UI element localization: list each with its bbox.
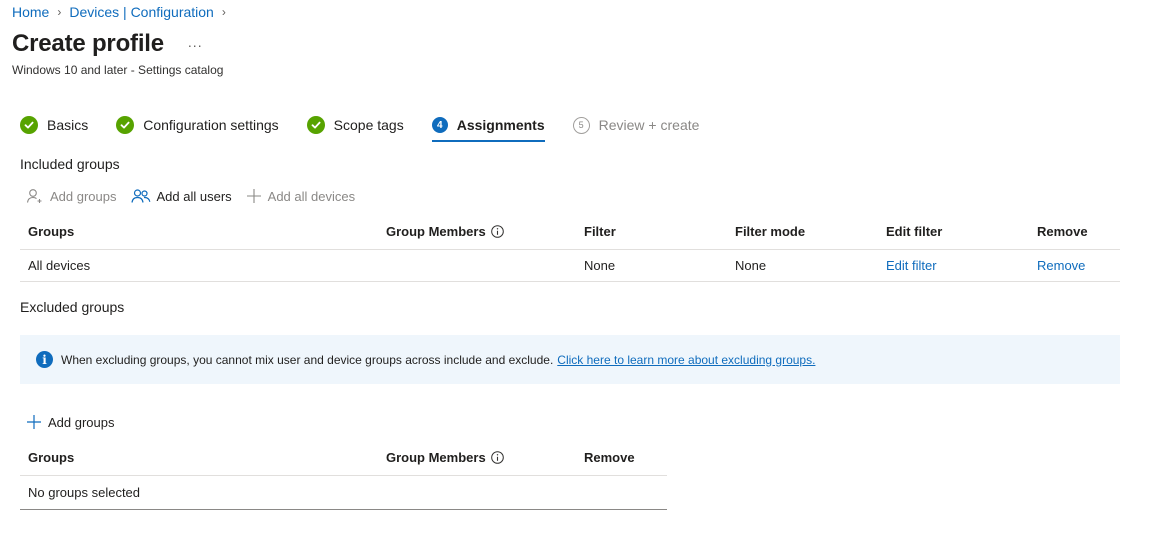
step-assignments[interactable]: 4 Assignments [431,112,545,142]
step-scope-tags[interactable]: Scope tags [306,112,404,138]
excluded-groups-title: Excluded groups [20,299,125,315]
group-name: All devices [28,258,91,273]
empty-state-text: No groups selected [28,485,141,500]
column-header-filter: Filter [584,224,616,239]
title-row: Create profile ... [12,30,203,58]
add-groups-label: Add groups [50,188,117,204]
column-header-label: Group Members [386,450,486,465]
info-banner: i When excluding groups, you cannot mix … [20,335,1120,384]
column-header-edit-filter: Edit filter [886,224,943,239]
excluded-command-bar: Add groups [26,414,129,430]
breadcrumb-home[interactable]: Home [12,4,49,20]
included-groups-table: Groups Group Members Filter Filter mode … [20,214,1120,282]
step-review-create[interactable]: 5 Review + create [572,112,700,138]
add-groups-label: Add groups [48,414,115,430]
info-icon[interactable] [490,225,504,238]
breadcrumb-devices-configuration[interactable]: Devices | Configuration [69,4,213,20]
step-basics[interactable]: Basics [20,112,88,138]
step-label: Configuration settings [143,117,279,133]
remove-link[interactable]: Remove [1029,258,1120,273]
add-excluded-groups-button[interactable]: Add groups [26,414,115,430]
plus-icon [26,414,42,430]
page-subtitle: Windows 10 and later - Settings catalog [12,63,224,77]
column-header-groups: Groups [28,450,75,465]
banner-text: When excluding groups, you cannot mix us… [61,352,554,367]
add-all-users-button[interactable]: Add all users [130,188,232,204]
column-header-remove: Remove [584,450,635,465]
step-label: Basics [47,117,89,133]
breadcrumb: Home › Devices | Configuration › [12,4,234,20]
add-all-devices-button[interactable]: Add all devices [246,188,355,204]
table-row: All devices None None Edit filter Remove [20,250,1120,282]
info-icon[interactable] [490,451,504,464]
step-label: Scope tags [333,117,404,133]
step-configuration-settings[interactable]: Configuration settings [116,112,279,138]
column-header-filter-mode: Filter mode [735,224,806,239]
chevron-right-icon: › [57,5,62,19]
table-row: No groups selected [20,476,667,509]
add-all-devices-label: Add all devices [267,188,356,204]
column-header-groups: Groups [28,224,75,239]
filter-value: None [584,258,616,273]
included-command-bar: Add groups Add all users Add all devices [26,188,369,204]
more-options-icon[interactable]: ... [188,34,203,50]
step-label: Assignments [456,117,545,133]
wizard-steps: Basics Configuration settings Scope tags… [20,112,727,142]
step-label: Review + create [598,117,700,133]
add-all-users-label: Add all users [156,188,232,204]
chevron-right-icon: › [221,5,226,19]
step-number-badge: 5 [572,116,590,134]
learn-more-link[interactable]: Click here to learn more about excluding… [557,353,815,367]
page-title: Create profile [12,30,164,57]
check-icon [20,116,38,134]
people-icon [130,188,151,204]
column-header-group-members: Group Members [378,450,576,465]
included-groups-title: Included groups [20,156,120,172]
filter-mode-value: None [735,258,767,273]
column-header-remove: Remove [1037,224,1088,239]
add-groups-button[interactable]: Add groups [26,188,117,204]
excluded-groups-table: Groups Group Members Remove No groups se… [20,440,667,510]
column-header-group-members: Group Members [378,224,576,239]
add-person-icon [26,188,44,204]
check-icon [306,116,325,134]
edit-filter-link[interactable]: Edit filter [878,258,1029,273]
plus-icon [246,188,262,204]
info-icon: i [36,351,53,368]
column-header-label: Group Members [386,224,486,239]
table-header-row: Groups Group Members Remove [20,440,667,476]
check-icon [116,116,135,134]
step-number-badge: 4 [431,117,448,133]
table-header-row: Groups Group Members Filter Filter mode … [20,214,1120,250]
